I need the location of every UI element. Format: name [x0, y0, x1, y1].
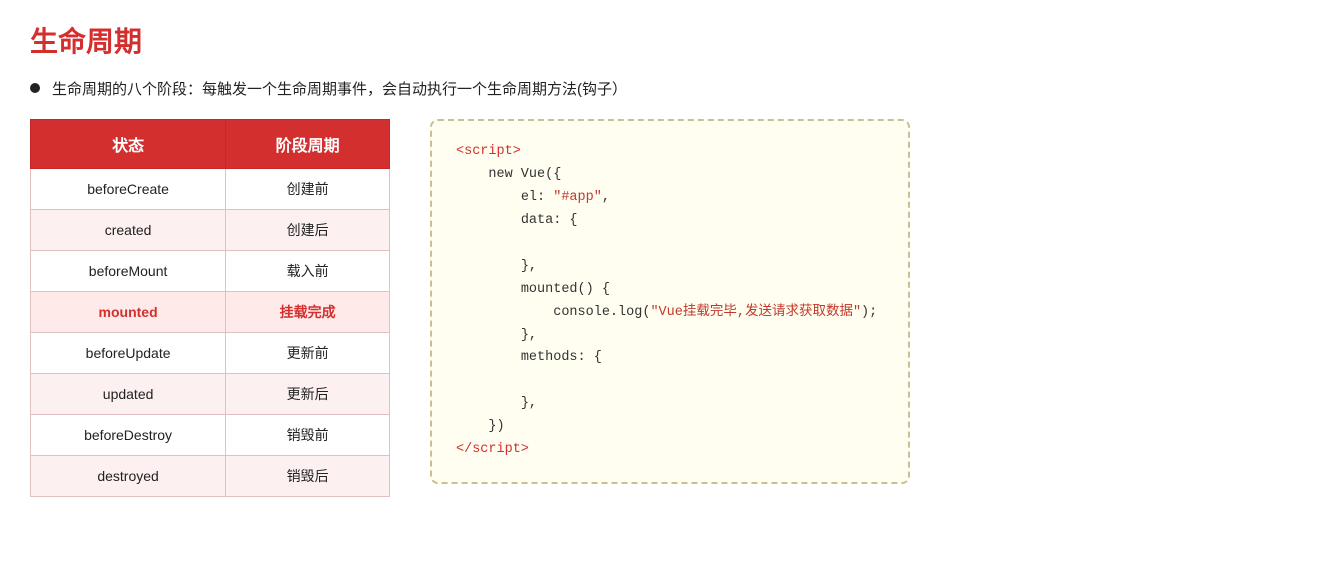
code-keyword: , — [602, 190, 610, 205]
code-keyword: data: { — [521, 213, 578, 228]
code-keyword: el: — [521, 190, 553, 205]
code-line: methods: { — [456, 347, 884, 370]
code-line — [456, 370, 884, 393]
bullet-text: 生命周期的八个阶段：每触发一个生命周期事件，会自动执行一个生命周期方法(钩子） — [52, 78, 627, 99]
table-cell-state: beforeUpdate — [31, 333, 226, 374]
table-row: created创建后 — [31, 210, 390, 251]
code-block: <script> new Vue({ el: "#app", data: { }… — [430, 119, 910, 484]
bullet-dot — [30, 83, 40, 93]
code-line: data: { — [456, 210, 884, 233]
table-cell-state: updated — [31, 374, 226, 415]
bullet-section: 生命周期的八个阶段：每触发一个生命周期事件，会自动执行一个生命周期方法(钩子） — [30, 78, 1312, 99]
code-line: </script> — [456, 439, 884, 462]
code-line: }, — [456, 256, 884, 279]
table-cell-state: beforeMount — [31, 251, 226, 292]
table-cell-phase: 更新前 — [226, 333, 390, 374]
code-line — [456, 233, 884, 256]
code-keyword: console.log( — [553, 305, 650, 320]
table-row: beforeUpdate更新前 — [31, 333, 390, 374]
table-cell-phase: 更新后 — [226, 374, 390, 415]
table-row: beforeDestroy销毁前 — [31, 415, 390, 456]
code-keyword: methods: { — [521, 350, 602, 365]
table-row: mounted挂载完成 — [31, 292, 390, 333]
table-cell-state: mounted — [31, 292, 226, 333]
code-line: <script> — [456, 141, 884, 164]
code-line: }, — [456, 325, 884, 348]
lifecycle-table: 状态 阶段周期 beforeCreate创建前created创建后beforeM… — [30, 119, 390, 497]
code-line: mounted() { — [456, 279, 884, 302]
code-line: new Vue({ — [456, 164, 884, 187]
main-layout: 状态 阶段周期 beforeCreate创建前created创建后beforeM… — [30, 119, 1312, 497]
col-header-phase: 阶段周期 — [226, 120, 390, 169]
table-cell-state: beforeCreate — [31, 169, 226, 210]
code-keyword: }, — [521, 259, 537, 274]
code-tag: </script> — [456, 442, 529, 457]
code-keyword: ); — [861, 305, 877, 320]
table-cell-phase: 创建前 — [226, 169, 390, 210]
table-header-row: 状态 阶段周期 — [31, 120, 390, 169]
table-cell-phase: 销毁后 — [226, 456, 390, 497]
code-keyword: }, — [521, 396, 537, 411]
code-tag: <script> — [456, 144, 521, 159]
table-cell-state: destroyed — [31, 456, 226, 497]
col-header-state: 状态 — [31, 120, 226, 169]
table-row: beforeCreate创建前 — [31, 169, 390, 210]
code-string: "Vue挂载完毕,发送请求获取数据" — [650, 305, 861, 320]
table-cell-phase: 挂载完成 — [226, 292, 390, 333]
code-line: el: "#app", — [456, 187, 884, 210]
code-line: console.log("Vue挂载完毕,发送请求获取数据"); — [456, 302, 884, 325]
code-keyword: new Vue({ — [488, 167, 561, 182]
page-title: 生命周期 — [30, 20, 1312, 60]
table-cell-phase: 创建后 — [226, 210, 390, 251]
table-row: destroyed销毁后 — [31, 456, 390, 497]
code-line: }) — [456, 416, 884, 439]
table-cell-state: created — [31, 210, 226, 251]
table-row: beforeMount载入前 — [31, 251, 390, 292]
code-string: "#app" — [553, 190, 602, 205]
table-cell-phase: 销毁前 — [226, 415, 390, 456]
table-cell-state: beforeDestroy — [31, 415, 226, 456]
code-keyword: mounted() { — [521, 282, 610, 297]
table-row: updated更新后 — [31, 374, 390, 415]
code-keyword: }) — [488, 419, 504, 434]
table-cell-phase: 载入前 — [226, 251, 390, 292]
code-line: }, — [456, 393, 884, 416]
code-keyword: }, — [521, 328, 537, 343]
